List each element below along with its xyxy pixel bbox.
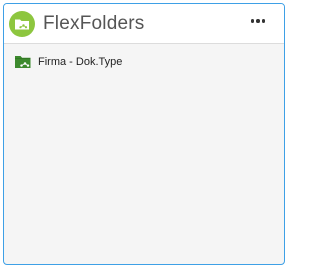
- flexfolder-icon: [9, 10, 35, 37]
- flexfolders-widget: FlexFolders Firma - Dok.Type: [3, 3, 285, 265]
- more-horizontal-icon: [250, 19, 254, 23]
- widget-header: FlexFolders: [4, 4, 284, 44]
- folder-list: Firma - Dok.Type: [4, 44, 284, 72]
- folder-item-label: Firma - Dok.Type: [38, 56, 123, 68]
- more-options-button[interactable]: [249, 17, 268, 25]
- widget-title: FlexFolders: [43, 12, 145, 34]
- shared-folder-icon: [14, 54, 32, 70]
- folder-item-firma-dok-type[interactable]: Firma - Dok.Type: [4, 52, 284, 72]
